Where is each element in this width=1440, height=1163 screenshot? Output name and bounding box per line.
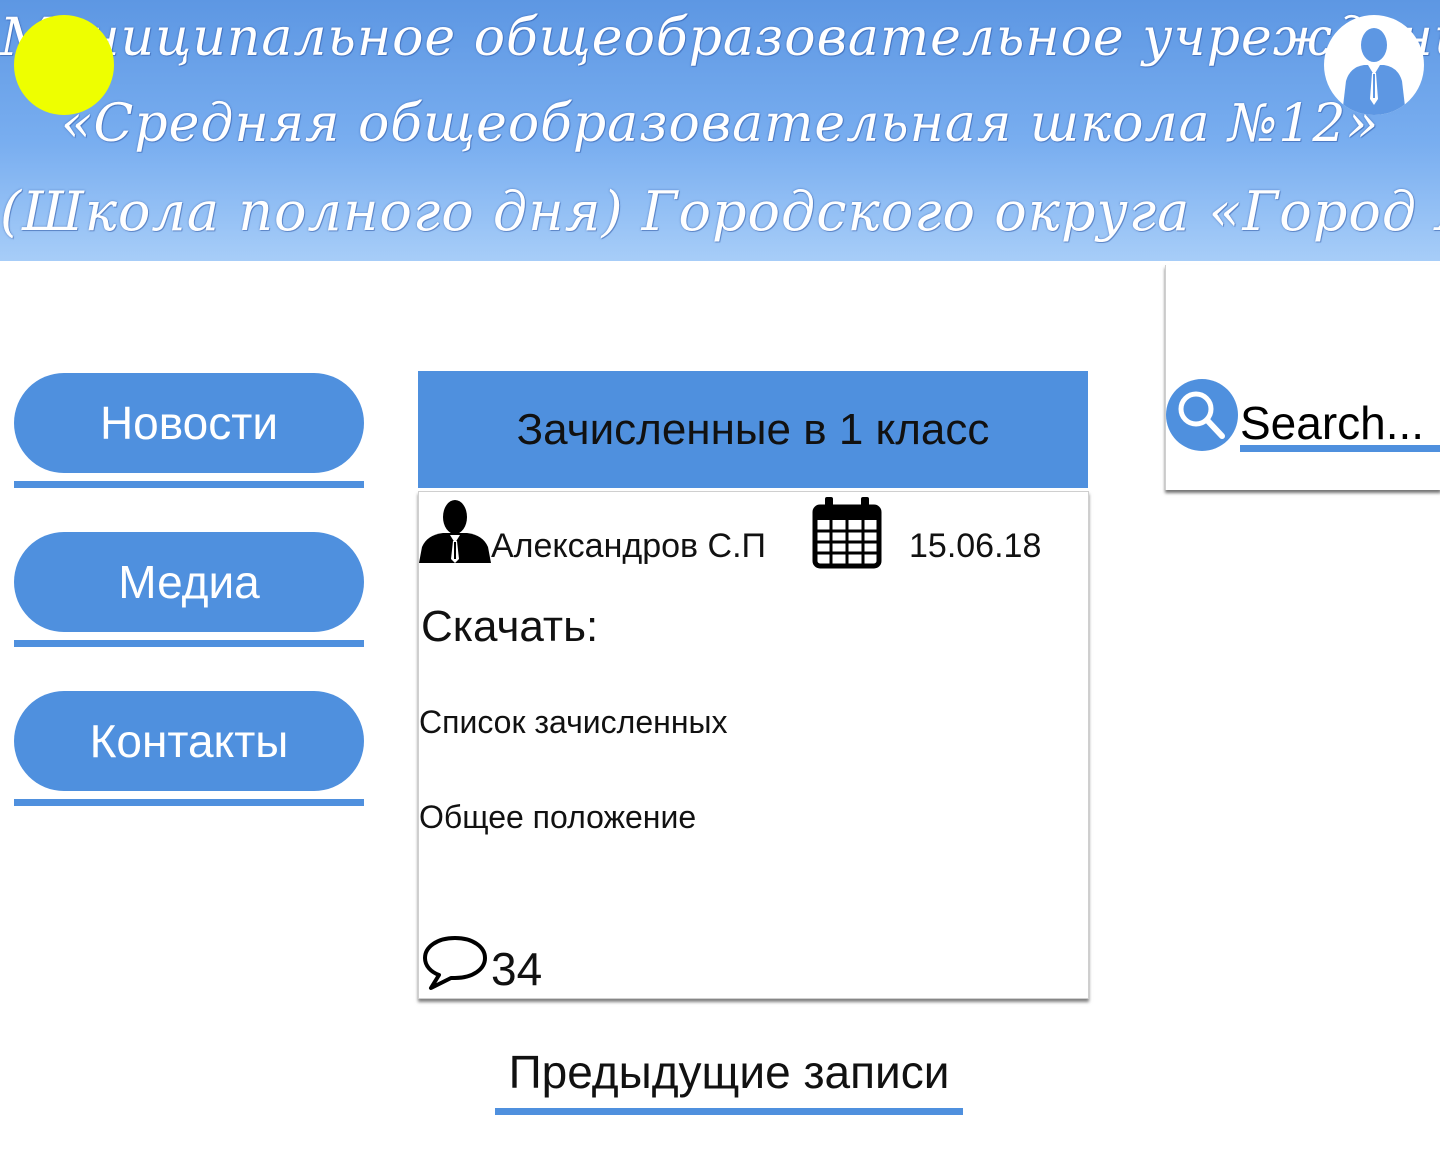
sun-logo-icon — [14, 15, 114, 115]
nav-news-underline — [14, 481, 364, 488]
search-panel — [1165, 265, 1440, 490]
post-date: 15.06.18 — [909, 527, 1042, 565]
comments-count: 34 — [491, 943, 543, 995]
banner-line-1: Муниципальное общеобразовательное учрежд… — [0, 8, 1440, 68]
nav-news-button[interactable]: Новости — [14, 373, 364, 473]
comments-icon[interactable] — [421, 934, 489, 992]
download-label: Скачать: — [421, 602, 599, 651]
post-title[interactable]: Зачисленные в 1 класс — [418, 371, 1088, 488]
file-link-general-regulation[interactable]: Общее положение — [419, 799, 696, 836]
header-banner: Муниципальное общеобразовательное учрежд… — [0, 0, 1440, 261]
nav-media-underline — [14, 640, 364, 647]
post-card: Александров С.П 15.06.18 Скачать: Список… — [418, 491, 1089, 999]
user-avatar-icon[interactable] — [1324, 15, 1424, 115]
post-author: Александров С.П — [491, 527, 766, 565]
file-link-enrolled-list[interactable]: Список зачисленных — [419, 704, 727, 741]
banner-line-3: (Школа полного дня) Городского округа «Г… — [0, 180, 1440, 243]
author-icon — [419, 500, 491, 563]
previous-posts-link[interactable]: Предыдущие записи — [495, 1045, 963, 1099]
calendar-icon — [812, 497, 882, 569]
nav-contacts-underline — [14, 799, 364, 806]
nav-contacts-button[interactable]: Контакты — [14, 691, 364, 791]
search-icon[interactable] — [1166, 379, 1238, 451]
nav-media-button[interactable]: Медиа — [14, 532, 364, 632]
search-underline — [1240, 445, 1440, 452]
search-input[interactable]: Search... — [1240, 396, 1424, 450]
banner-line-2: «Средняя общеобразовательная школа №12» — [60, 94, 1380, 154]
previous-posts-underline — [495, 1108, 963, 1115]
